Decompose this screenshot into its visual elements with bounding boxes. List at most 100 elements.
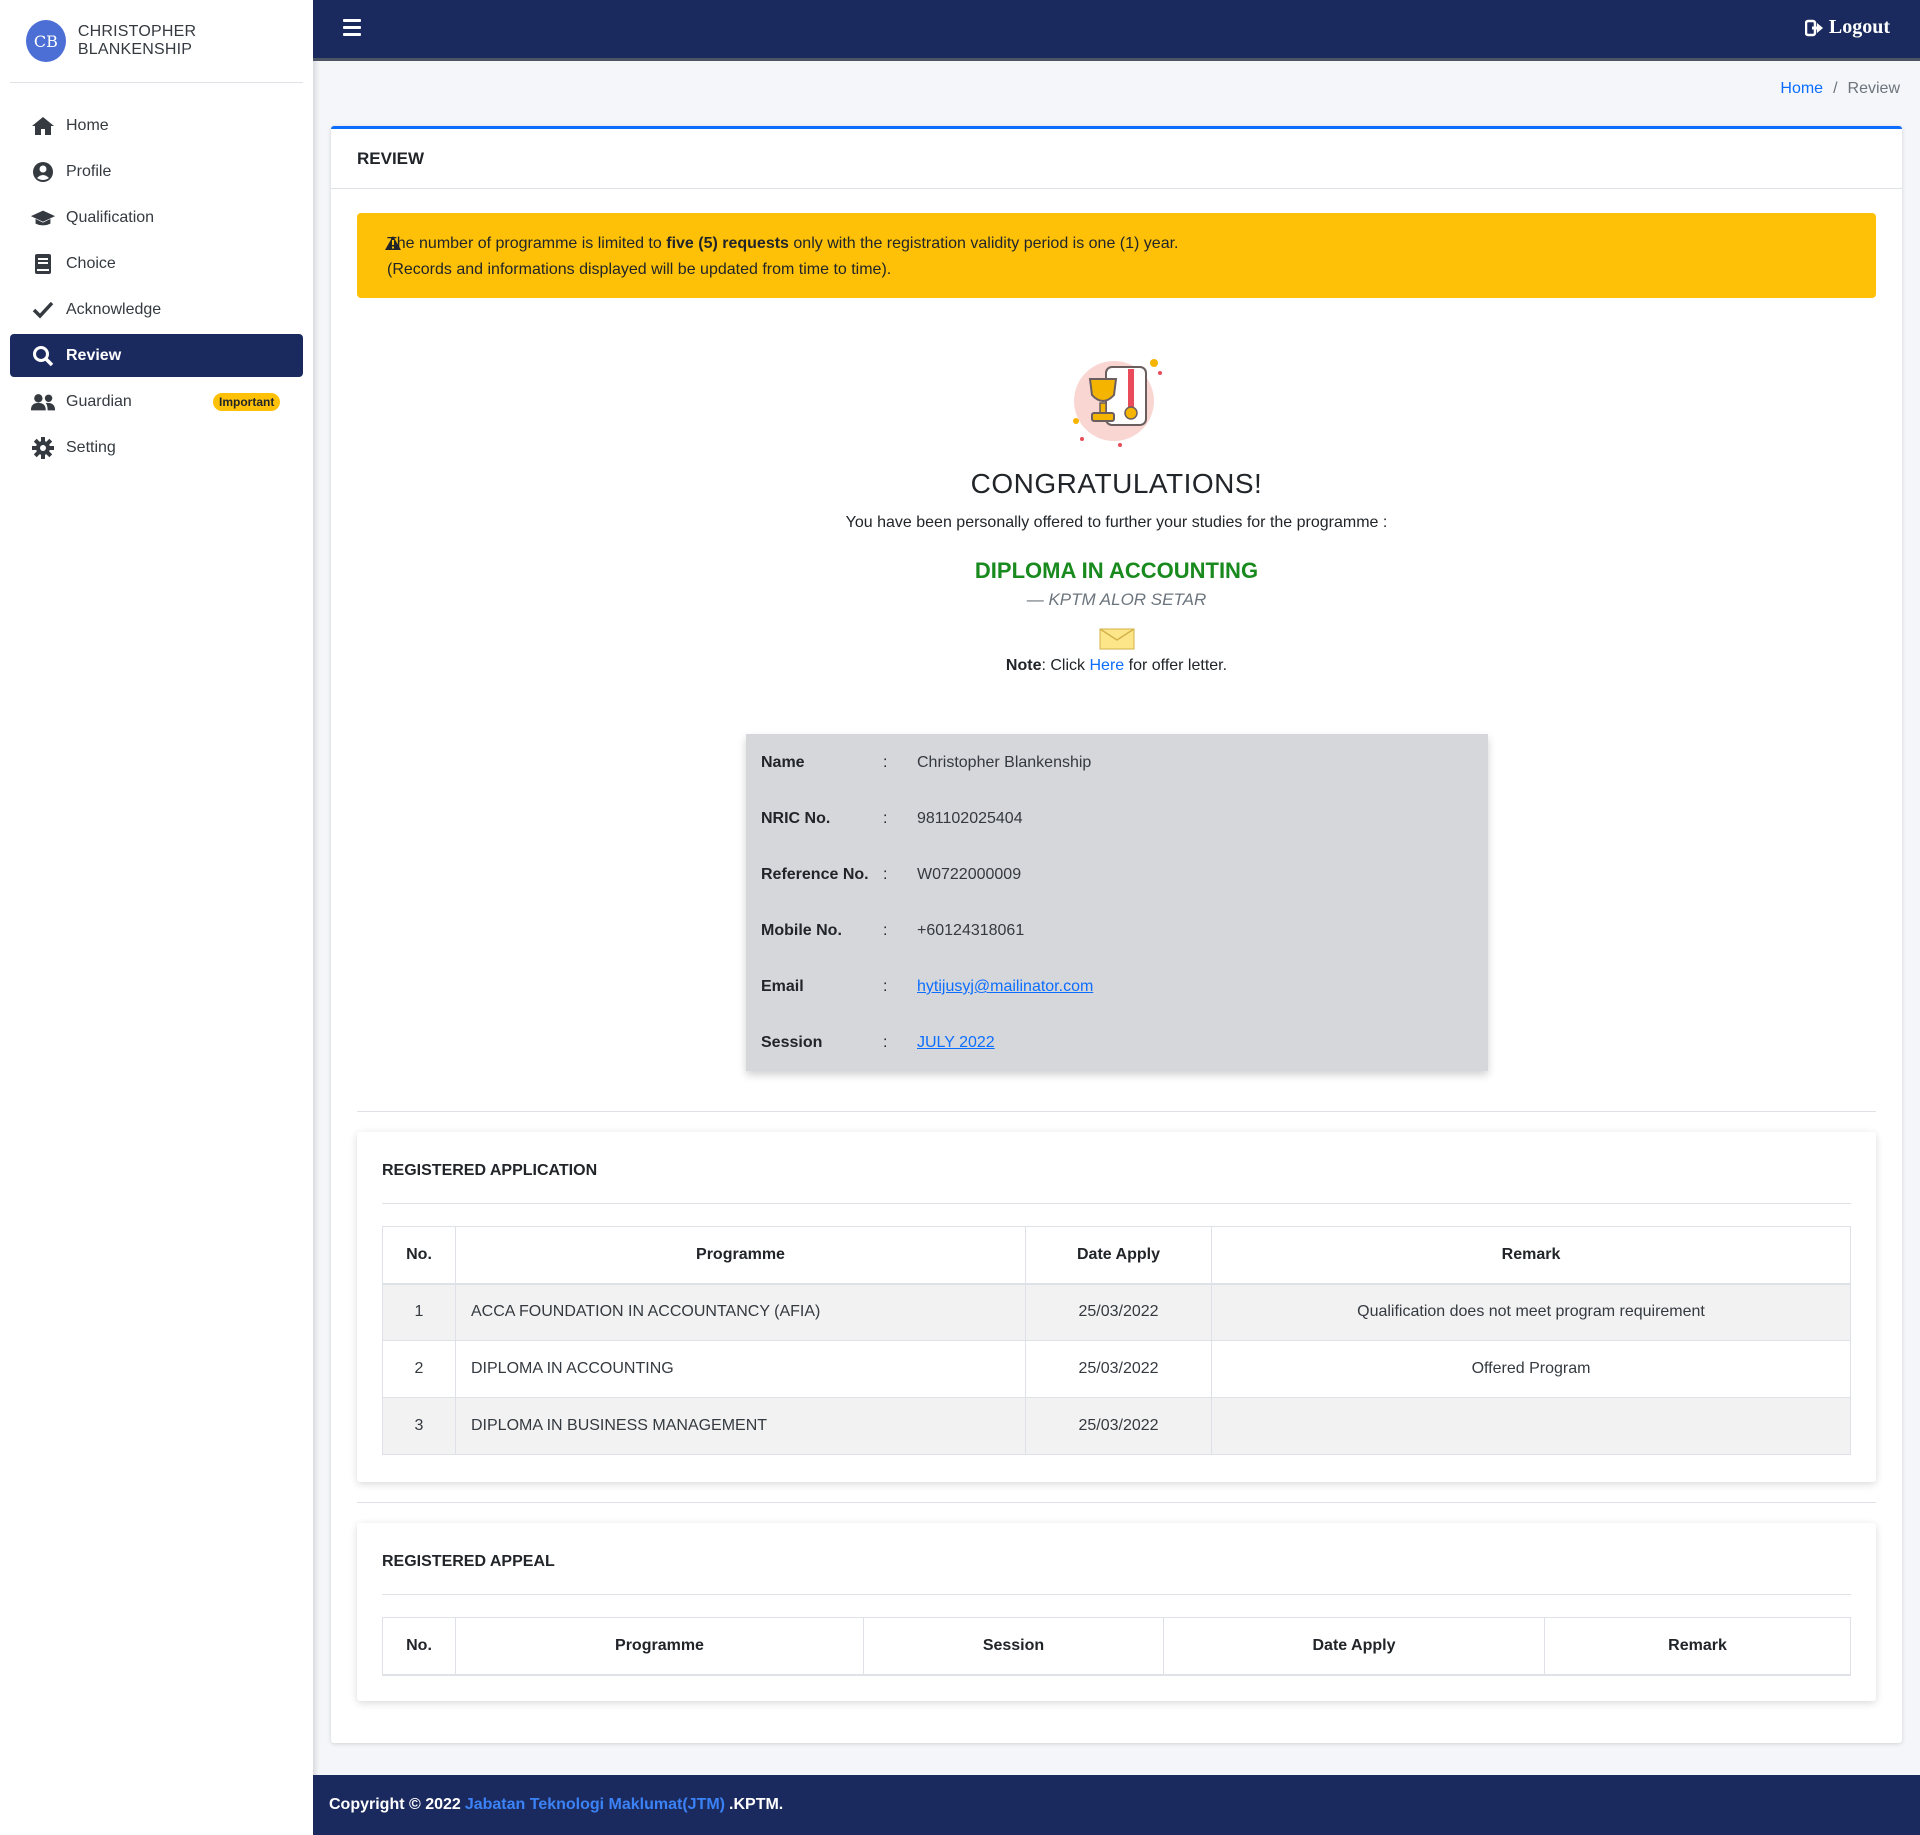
cell-no: 2 (382, 1340, 456, 1398)
email-link[interactable]: hytijusyj@mailinator.com (917, 978, 1093, 995)
info-colon: : (883, 866, 888, 883)
divider (357, 1111, 1876, 1112)
sign-out-icon (1804, 19, 1823, 36)
divider (357, 1502, 1876, 1503)
limit-alert: The number of programme is limited to fi… (357, 213, 1876, 298)
table-row: 2 DIPLOMA IN ACCOUNTING 25/03/2022 Offer… (382, 1340, 1851, 1398)
info-colon: : (883, 754, 888, 771)
search-icon (30, 344, 56, 368)
organization-link[interactable]: Jabatan Teknologi Maklumat(JTM) (465, 1796, 725, 1814)
cell-no: 3 (382, 1397, 456, 1455)
info-row-name: Name : Christopher Blankenship (746, 754, 1488, 810)
sidebar-item-profile[interactable]: Profile (10, 150, 303, 193)
sidebar-item-qualification[interactable]: Qualification (10, 196, 303, 239)
note-text: for offer letter. (1128, 657, 1228, 674)
info-value: 981102025404 (917, 810, 1023, 827)
congratulations-heading: CONGRATULATIONS! (970, 468, 1263, 499)
offered-campus: — KPTM ALOR SETAR (1026, 590, 1207, 609)
avatar[interactable]: CB (26, 20, 66, 62)
registered-appeal-card: REGISTERED APPEAL No. Programme Session … (357, 1523, 1876, 1701)
envelope-icon (331, 628, 1902, 655)
graduation-cap-icon (30, 206, 56, 230)
sidebar-item-choice[interactable]: Choice (10, 242, 303, 285)
column-header: Remark (1544, 1617, 1851, 1676)
sidebar-item-label: Setting (66, 438, 116, 456)
offer-section: CONGRATULATIONS! You have been personall… (331, 349, 1902, 675)
column-header: Remark (1211, 1226, 1851, 1285)
alert-text: The number of programme is limited to (387, 235, 662, 252)
sidebar-item-label: Qualification (66, 208, 155, 226)
offer-message: You have been personally offered to furt… (845, 514, 1388, 531)
info-colon: : (883, 922, 888, 939)
cell-remark: Qualification does not meet program requ… (1211, 1283, 1851, 1341)
info-value: Christopher Blankenship (917, 754, 1092, 771)
registered-application-title: REGISTERED APPLICATION (382, 1132, 1851, 1204)
important-badge: Important (213, 393, 281, 411)
cell-date: 25/03/2022 (1025, 1340, 1212, 1398)
session-link[interactable]: JULY 2022 (917, 1034, 995, 1051)
breadcrumb-separator: / (1833, 80, 1838, 97)
sidebar-nav: Home Profile Qualification Choice Acknow… (0, 104, 313, 469)
info-row-nric: NRIC No. : 981102025404 (746, 810, 1488, 866)
alert-line-2: (Records and informations displayed will… (387, 261, 892, 278)
user-panel[interactable]: CB CHRISTOPHER BLANKENSHIP (10, 0, 303, 83)
info-colon: : (883, 1034, 888, 1051)
sidebar-item-setting[interactable]: Setting (10, 426, 303, 469)
check-icon (30, 298, 56, 322)
sidebar-item-guardian[interactable]: Guardian Important (10, 380, 303, 423)
info-label: Name (761, 754, 805, 771)
logout-button[interactable]: Logout (1804, 16, 1890, 39)
info-row-reference: Reference No. : W0722000009 (746, 866, 1488, 922)
gear-icon (30, 436, 56, 460)
column-header: No. (382, 1617, 456, 1676)
table-row: 3 DIPLOMA IN BUSINESS MANAGEMENT 25/03/2… (382, 1397, 1851, 1455)
trophy-certificate-icon (1072, 359, 1162, 447)
logout-label: Logout (1828, 16, 1890, 38)
info-label: NRIC No. (761, 810, 831, 827)
sidebar-item-acknowledge[interactable]: Acknowledge (10, 288, 303, 331)
warning-icon (384, 234, 402, 260)
column-header: Date Apply (1025, 1226, 1212, 1285)
registered-application-table: No. Programme Date Apply Remark 1 ACCA F… (382, 1226, 1851, 1455)
breadcrumb-current: Review (1847, 80, 1900, 97)
info-value: W0722000009 (917, 866, 1022, 883)
sidebar-item-label: Profile (66, 162, 112, 180)
cell-programme: DIPLOMA IN ACCOUNTING (455, 1340, 1026, 1398)
info-colon: : (883, 810, 888, 827)
info-label: Email (761, 978, 804, 995)
cell-no: 1 (382, 1283, 456, 1341)
alert-text: only with the registration validity peri… (793, 235, 1179, 252)
info-value: +60124318061 (917, 922, 1025, 939)
column-header: Programme (455, 1226, 1026, 1285)
info-colon: : (883, 978, 888, 995)
applicant-info-box: Name : Christopher Blankenship NRIC No. … (746, 734, 1488, 1071)
alert-bold-text: five (5) requests (666, 235, 789, 252)
breadcrumb-home-link[interactable]: Home (1780, 80, 1823, 97)
sidebar-item-label: Acknowledge (66, 300, 162, 318)
menu-toggle-icon[interactable] (343, 19, 361, 39)
sidebar-item-label: Home (66, 116, 109, 134)
sidebar-item-home[interactable]: Home (10, 104, 303, 147)
registered-application-card: REGISTERED APPLICATION No. Programme Dat… (357, 1132, 1876, 1482)
breadcrumb: Home / Review (1780, 80, 1900, 98)
sidebar: CB CHRISTOPHER BLANKENSHIP Home Profile … (0, 0, 313, 1835)
topbar: Logout (313, 0, 1920, 61)
user-circle-icon (30, 160, 56, 184)
sidebar-item-label: Review (66, 346, 122, 364)
review-card: REVIEW The number of programme is limite… (331, 126, 1902, 1743)
registered-appeal-title: REGISTERED APPEAL (382, 1523, 1851, 1595)
note-text: : Click (1041, 657, 1086, 674)
column-header: Session (863, 1617, 1164, 1676)
info-row-mobile: Mobile No. : +60124318061 (746, 922, 1488, 978)
users-icon (30, 390, 56, 414)
offer-letter-note: Note: Click Here for offer letter. (331, 657, 1902, 675)
sidebar-item-review[interactable]: Review (10, 334, 303, 377)
info-row-session: Session : JULY 2022 (746, 1034, 1488, 1090)
user-name[interactable]: CHRISTOPHER BLANKENSHIP (78, 23, 303, 59)
offer-letter-link[interactable]: Here (1090, 657, 1125, 674)
info-label: Mobile No. (761, 922, 842, 939)
note-label: Note (1005, 657, 1042, 674)
alert-line-1: The number of programme is limited to fi… (387, 231, 1846, 257)
card-title: REVIEW (331, 129, 1902, 189)
home-icon (30, 114, 56, 138)
